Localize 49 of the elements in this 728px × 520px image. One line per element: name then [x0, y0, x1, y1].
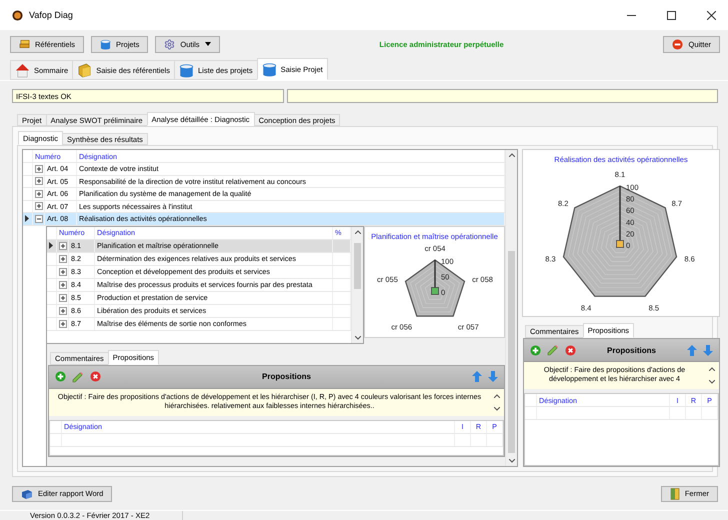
drum-icon: [178, 62, 194, 78]
window-title: Vafop Diag: [29, 10, 74, 20]
expand-icon[interactable]: [59, 268, 67, 276]
chevron-down-icon[interactable]: [494, 406, 500, 410]
row-pointer-icon: [25, 215, 29, 222]
chevron-up-icon[interactable]: [709, 367, 715, 371]
expand-icon[interactable]: [35, 177, 43, 186]
books-icon: [19, 39, 30, 49]
stop-icon: [672, 38, 684, 50]
input-field[interactable]: [287, 89, 718, 103]
pencil-icon[interactable]: [547, 344, 559, 356]
app-icon: [12, 10, 23, 20]
scrollbar-thumb[interactable]: [508, 251, 515, 454]
scrollbar[interactable]: [505, 150, 517, 466]
drum-icon: [262, 62, 277, 76]
house-icon: [15, 62, 30, 78]
expand-icon[interactable]: [35, 202, 43, 210]
chevron-up-icon[interactable]: [509, 153, 515, 157]
panel-title: Propositions: [261, 372, 312, 381]
collapse-icon[interactable]: [35, 214, 43, 223]
expand-icon[interactable]: [35, 190, 43, 198]
expand-icon[interactable]: [59, 242, 67, 250]
radar-drawing: [404, 258, 466, 316]
add-icon[interactable]: [530, 344, 541, 356]
chevron-down-icon[interactable]: [709, 380, 715, 384]
door-icon: [670, 488, 680, 500]
delete-icon[interactable]: [565, 344, 576, 356]
chevron-down-icon[interactable]: [509, 459, 515, 463]
chevron-up-icon[interactable]: [355, 230, 361, 234]
expand-icon[interactable]: [59, 280, 67, 288]
add-icon[interactable]: [55, 371, 66, 382]
scrollbar[interactable]: [351, 226, 363, 342]
expand-icon[interactable]: [59, 320, 67, 328]
expand-icon[interactable]: [59, 294, 67, 302]
expand-icon[interactable]: [35, 164, 43, 173]
chevron-up-icon[interactable]: [494, 394, 500, 398]
drum-icon: [100, 38, 112, 50]
expand-icon[interactable]: [59, 306, 67, 314]
close-icon: [706, 10, 716, 20]
pencil-icon[interactable]: [72, 370, 84, 382]
maximize-icon: [666, 10, 676, 20]
expand-icon[interactable]: [59, 254, 67, 262]
minimize-icon: [626, 14, 636, 16]
gear-icon: [164, 38, 176, 50]
scrollbar-thumb[interactable]: [354, 242, 361, 290]
chevron-down-icon[interactable]: [355, 336, 361, 340]
row-pointer-icon: [49, 242, 53, 249]
delete-icon[interactable]: [90, 371, 101, 382]
panel-title: Propositions: [606, 346, 657, 354]
